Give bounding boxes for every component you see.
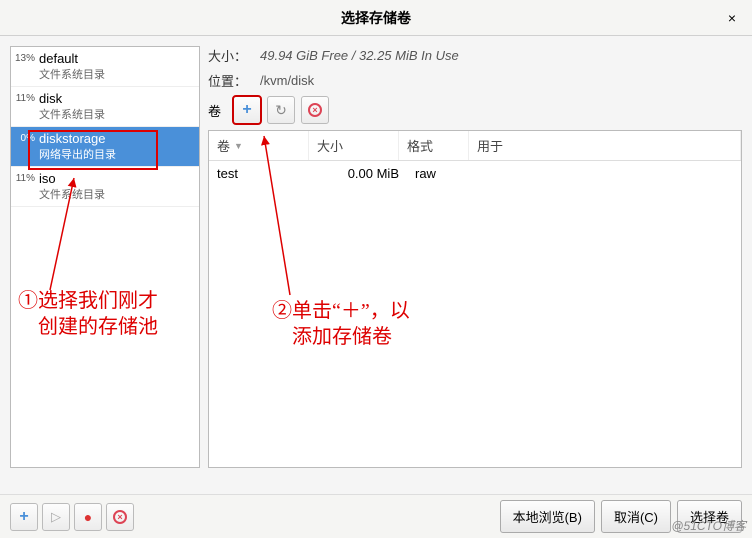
pool-name: diskstorage bbox=[39, 131, 195, 146]
main-area: 13% default 文件系统目录 11% disk 文件系统目录 0% di… bbox=[0, 36, 752, 478]
pool-desc: 文件系统目录 bbox=[39, 186, 195, 202]
delete-icon: × bbox=[113, 510, 127, 524]
play-icon: ▷ bbox=[51, 509, 61, 525]
pool-item-iso[interactable]: 11% iso 文件系统目录 bbox=[11, 167, 199, 207]
plus-icon: + bbox=[242, 101, 251, 119]
delete-pool-button[interactable]: × bbox=[106, 503, 134, 531]
pool-percent: 13% bbox=[11, 51, 39, 64]
refresh-button[interactable]: ↻ bbox=[267, 96, 295, 124]
pool-name: default bbox=[39, 51, 195, 66]
col-size[interactable]: 大小 bbox=[309, 131, 399, 160]
volume-toolbar: 卷 + ↻ × bbox=[208, 96, 742, 124]
pool-item-disk[interactable]: 11% disk 文件系统目录 bbox=[11, 87, 199, 127]
cell-name: test bbox=[217, 166, 317, 181]
delete-icon: × bbox=[308, 103, 322, 117]
pool-desc: 文件系统目录 bbox=[39, 106, 195, 122]
cell-use bbox=[477, 166, 733, 181]
refresh-icon: ↻ bbox=[275, 102, 287, 119]
watermark: @51CTO博客 bbox=[671, 517, 746, 534]
location-value: /kvm/disk bbox=[260, 73, 314, 88]
add-pool-button[interactable]: + bbox=[10, 503, 38, 531]
pool-item-default[interactable]: 13% default 文件系统目录 bbox=[11, 47, 199, 87]
titlebar: 选择存储卷 × bbox=[0, 0, 752, 36]
pool-percent: 0% bbox=[11, 131, 39, 144]
details-panel: 大小： 49.94 GiB Free / 32.25 MiB In Use 位置… bbox=[208, 46, 742, 468]
pool-name: disk bbox=[39, 91, 195, 106]
volume-table: 卷▼ 大小 格式 用于 test 0.00 MiB raw bbox=[208, 130, 742, 468]
plus-icon: + bbox=[19, 508, 28, 526]
location-label: 位置： bbox=[208, 71, 260, 90]
table-header: 卷▼ 大小 格式 用于 bbox=[209, 131, 741, 161]
pool-desc: 网络导出的目录 bbox=[39, 146, 195, 162]
cancel-button[interactable]: 取消(C) bbox=[601, 500, 671, 533]
pool-name: iso bbox=[39, 171, 195, 186]
size-label: 大小： bbox=[208, 46, 260, 65]
sort-arrow-icon: ▼ bbox=[234, 141, 243, 151]
pool-desc: 文件系统目录 bbox=[39, 66, 195, 82]
cell-size: 0.00 MiB bbox=[317, 166, 407, 181]
table-row[interactable]: test 0.00 MiB raw bbox=[209, 161, 741, 186]
footer-bar: + ▷ ● × 本地浏览(B) 取消(C) 选择卷 bbox=[0, 494, 752, 538]
start-pool-button[interactable]: ▷ bbox=[42, 503, 70, 531]
window-title: 选择存储卷 bbox=[341, 8, 411, 28]
col-volume[interactable]: 卷▼ bbox=[209, 131, 309, 160]
pool-percent: 11% bbox=[11, 171, 39, 184]
location-row: 位置： /kvm/disk bbox=[208, 71, 742, 90]
pool-percent: 11% bbox=[11, 91, 39, 104]
size-value: 49.94 GiB Free / 32.25 MiB In Use bbox=[260, 48, 459, 63]
pool-item-diskstorage[interactable]: 0% diskstorage 网络导出的目录 bbox=[11, 127, 199, 167]
local-browse-button[interactable]: 本地浏览(B) bbox=[500, 500, 595, 533]
pool-list: 13% default 文件系统目录 11% disk 文件系统目录 0% di… bbox=[10, 46, 200, 468]
cell-fmt: raw bbox=[407, 166, 477, 181]
col-format[interactable]: 格式 bbox=[399, 131, 469, 160]
add-volume-button[interactable]: + bbox=[233, 96, 261, 124]
col-usedfor[interactable]: 用于 bbox=[469, 131, 741, 160]
volume-label: 卷 bbox=[208, 101, 221, 120]
record-icon: ● bbox=[84, 509, 92, 525]
size-row: 大小： 49.94 GiB Free / 32.25 MiB In Use bbox=[208, 46, 742, 65]
delete-volume-button[interactable]: × bbox=[301, 96, 329, 124]
stop-pool-button[interactable]: ● bbox=[74, 503, 102, 531]
close-icon[interactable]: × bbox=[722, 8, 742, 28]
